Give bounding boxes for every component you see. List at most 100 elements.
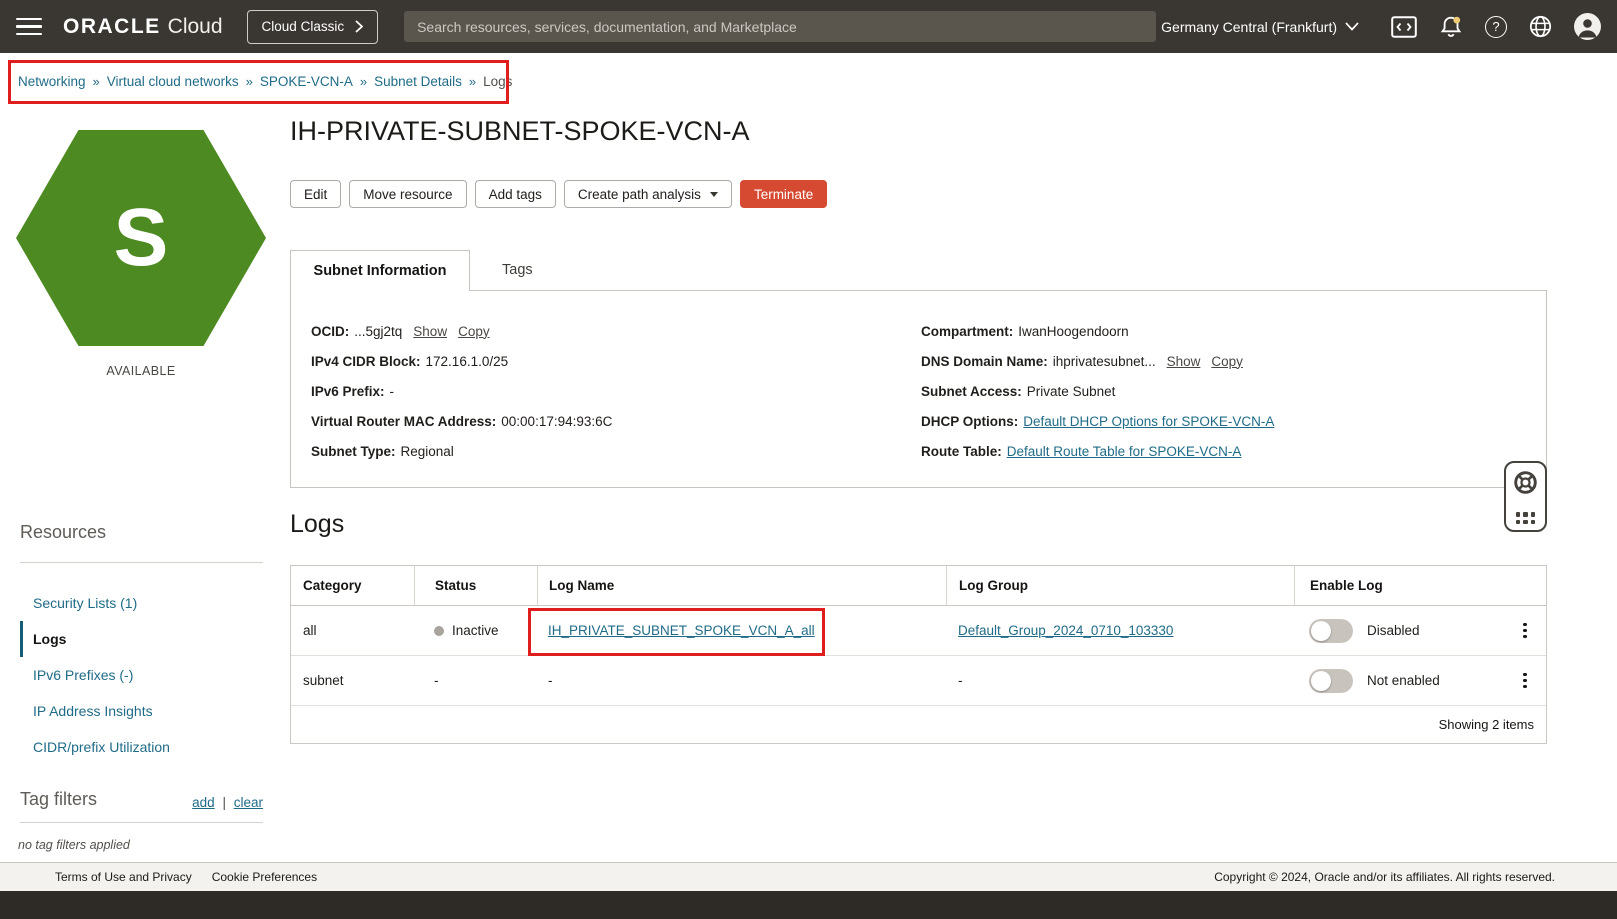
breadcrumb-subnet-details[interactable]: Subnet Details [374,74,462,89]
ipv6-prefix-label: IPv6 Prefix: [311,384,385,399]
subnet-access-label: Subnet Access: [921,384,1022,399]
cloud-classic-label: Cloud Classic [262,19,345,34]
move-resource-button[interactable]: Move resource [349,180,466,208]
ocid-row: OCID: ...5gj2tq Show Copy [311,316,612,346]
ocid-copy-link[interactable]: Copy [458,324,490,339]
log-status-cell: Inactive [414,623,537,638]
column-header-enable-log: Enable Log [1294,566,1504,605]
user-avatar[interactable] [1574,13,1601,40]
column-header-status: Status [414,566,537,605]
log-name-cell: IH_PRIVATE_SUBNET_SPOKE_VCN_A_all [537,623,946,638]
dns-copy-link[interactable]: Copy [1211,354,1243,369]
column-header-log-name: Log Name [537,566,946,605]
subnet-type-label: Subnet Type: [311,444,396,459]
breadcrumb-separator: » [246,74,253,89]
edit-button[interactable]: Edit [290,180,341,208]
create-path-analysis-button[interactable]: Create path analysis [564,180,732,208]
terms-link[interactable]: Terms of Use and Privacy [55,870,192,884]
brand-cloud: Cloud [168,15,223,39]
log-name-cell: - [537,673,946,688]
cookie-preferences-link[interactable]: Cookie Preferences [212,870,317,884]
log-status-cell: - [414,673,537,688]
ocid-show-link[interactable]: Show [413,324,447,339]
tag-filters-clear-link[interactable]: clear [234,795,263,810]
topbar-icon-group: ? [1391,13,1601,40]
language-globe-icon[interactable] [1528,14,1553,39]
lifebuoy-icon [1512,469,1539,496]
tab-subnet-information[interactable]: Subnet Information [290,250,470,291]
compartment-label: Compartment: [921,324,1013,339]
status-dot-icon [434,626,444,636]
compartment-value: IwanHoogendoorn [1018,324,1128,339]
sidebar-item-cidr-prefix-utilization[interactable]: CIDR/prefix Utilization [20,729,263,765]
sidebar-item-security-lists[interactable]: Security Lists (1) [20,585,263,621]
top-navigation-bar: ORACLE Cloud Cloud Classic Germany Centr… [0,0,1617,53]
resources-list: Security Lists (1) Logs IPv6 Prefixes (-… [20,585,263,765]
route-table-label: Route Table: [921,444,1002,459]
support-widget[interactable] [1504,461,1547,532]
sidebar-item-logs[interactable]: Logs [20,621,263,657]
help-icon[interactable]: ? [1485,16,1507,38]
region-selector[interactable]: Germany Central (Frankfurt) [1161,19,1359,35]
hamburger-menu-icon[interactable] [16,18,42,36]
route-table-row: Route Table: Default Route Table for SPO… [921,436,1274,466]
notifications-bell-icon[interactable] [1438,14,1464,40]
notification-badge [1453,16,1460,23]
chevron-right-icon [355,20,363,33]
hexagon-letter: S [114,197,169,279]
breadcrumb-networking[interactable]: Networking [18,74,86,89]
subnet-type-value: Regional [401,444,454,459]
terminate-button[interactable]: Terminate [740,180,827,208]
ocid-label: OCID: [311,324,349,339]
enable-log-toggle[interactable] [1309,669,1353,693]
ipv6-prefix-row: IPv6 Prefix: - [311,376,612,406]
virtual-router-mac-row: Virtual Router MAC Address: 00:00:17:94:… [311,406,612,436]
breadcrumb-separator: » [93,74,100,89]
subnet-info-left-column: OCID: ...5gj2tq Show Copy IPv4 CIDR Bloc… [311,316,612,466]
log-name-link[interactable]: IH_PRIVATE_SUBNET_SPOKE_VCN_A_all [548,623,815,638]
ipv4-cidr-row: IPv4 CIDR Block: 172.16.1.0/25 [311,346,612,376]
log-group-link[interactable]: Default_Group_2024_0710_103330 [958,623,1173,638]
breadcrumb-separator: » [469,74,476,89]
route-table-link[interactable]: Default Route Table for SPOKE-VCN-A [1007,444,1242,459]
breadcrumb-virtual-cloud-networks[interactable]: Virtual cloud networks [107,74,239,89]
enable-log-state: Not enabled [1367,673,1440,688]
sidebar-item-ipv6-prefixes[interactable]: IPv6 Prefixes (-) [20,657,263,693]
dhcp-options-link[interactable]: Default DHCP Options for SPOKE-VCN-A [1023,414,1274,429]
kebab-menu-icon[interactable] [1519,619,1531,643]
subnet-info-right-column: Compartment: IwanHoogendoorn DNS Domain … [921,316,1274,466]
region-label: Germany Central (Frankfurt) [1161,19,1337,35]
cloud-shell-icon[interactable] [1391,16,1417,38]
detail-tabs: Subnet Information Tags [290,250,565,291]
breadcrumb-spoke-vcn-a[interactable]: SPOKE-VCN-A [260,74,353,89]
tag-filter-links: add | clear [192,795,263,810]
status-badge: AVAILABLE [16,364,266,378]
tag-filters-link-separator: | [222,795,226,810]
tag-filters-heading: Tag filters [20,789,97,810]
dns-show-link[interactable]: Show [1167,354,1201,369]
add-tags-button[interactable]: Add tags [475,180,556,208]
grid-dots-icon [1516,512,1536,524]
column-header-log-group: Log Group [946,566,1294,605]
sidebar-item-ip-address-insights[interactable]: IP Address Insights [20,693,263,729]
enable-log-cell: Disabled [1294,619,1504,643]
tab-tags[interactable]: Tags [470,250,565,290]
table-row: all Inactive IH_PRIVATE_SUBNET_SPOKE_VCN… [291,606,1546,656]
ipv4-cidr-label: IPv4 CIDR Block: [311,354,421,369]
breadcrumb-separator: » [360,74,367,89]
table-summary: Showing 2 items [291,706,1546,743]
logs-table: Category Status Log Name Log Group Enabl… [290,565,1547,744]
log-group-cell: - [946,673,1294,688]
enable-log-cell: Not enabled [1294,669,1504,693]
dns-domain-value: ihprivatesubnet... [1053,354,1156,369]
search-input[interactable] [404,11,1156,42]
enable-log-toggle[interactable] [1309,619,1353,643]
cloud-classic-button[interactable]: Cloud Classic [247,10,379,44]
resources-heading: Resources [20,522,106,543]
dns-domain-label: DNS Domain Name: [921,354,1048,369]
kebab-menu-icon[interactable] [1519,669,1531,693]
log-status-text: Inactive [452,623,499,638]
subnet-access-value: Private Subnet [1027,384,1116,399]
tag-filters-add-link[interactable]: add [192,795,215,810]
oracle-cloud-logo[interactable]: ORACLE Cloud [63,15,223,39]
